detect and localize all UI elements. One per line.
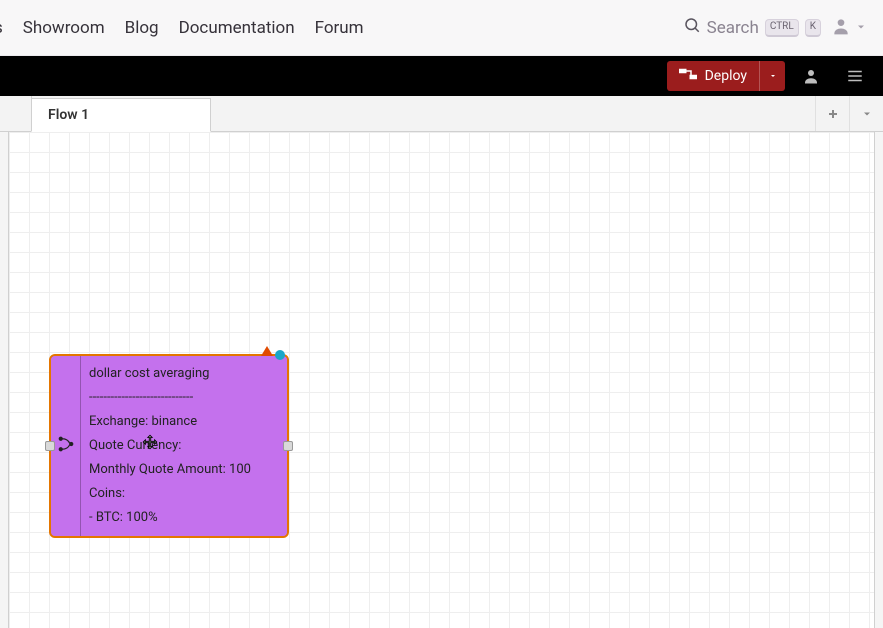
deploy-dropdown[interactable] xyxy=(759,61,785,91)
chevron-down-icon xyxy=(855,18,867,37)
sidebar-collapsed-edge[interactable] xyxy=(874,132,883,628)
search-placeholder: Search xyxy=(707,18,759,38)
tabs-menu-button[interactable] xyxy=(849,96,883,131)
toolbar-user-button[interactable] xyxy=(793,61,829,91)
deploy-button[interactable]: Deploy xyxy=(667,61,759,91)
deploy-button-group: Deploy xyxy=(667,61,785,91)
subflow-icon xyxy=(57,435,75,457)
node-body: dollar cost averaging ------------------… xyxy=(81,356,287,536)
kbd-ctrl: CTRL xyxy=(765,19,799,37)
node-error-badge-icon xyxy=(261,346,273,356)
node-changed-badge-icon xyxy=(275,350,285,360)
topbar-links: s Showroom Blog Documentation Forum xyxy=(0,18,364,38)
node-icon-column xyxy=(51,356,81,536)
flow-canvas[interactable]: dollar cost averaging ------------------… xyxy=(9,132,874,628)
nav-link-showroom[interactable]: Showroom xyxy=(23,18,105,38)
nav-link-forum[interactable]: Forum xyxy=(315,18,364,38)
node-input-port[interactable] xyxy=(45,441,55,451)
nav-link-clipped[interactable]: s xyxy=(0,18,3,38)
user-icon xyxy=(831,16,851,40)
nav-link-documentation[interactable]: Documentation xyxy=(179,18,295,38)
tab-strip: Flow 1 xyxy=(0,96,883,132)
node-output-port[interactable] xyxy=(283,441,293,451)
search-icon xyxy=(683,16,701,39)
tab-flow-1[interactable]: Flow 1 xyxy=(31,98,211,132)
workspace: dollar cost averaging ------------------… xyxy=(0,132,883,628)
nav-link-blog[interactable]: Blog xyxy=(125,18,159,38)
site-topbar: s Showroom Blog Documentation Forum Sear… xyxy=(0,0,883,56)
user-menu[interactable] xyxy=(831,16,867,40)
node-dca[interactable]: dollar cost averaging ------------------… xyxy=(49,354,289,538)
kbd-k: K xyxy=(805,19,821,37)
editor-toolbar: Deploy xyxy=(0,56,883,96)
toolbar-menu-button[interactable] xyxy=(837,61,873,91)
add-tab-button[interactable] xyxy=(815,96,849,131)
deploy-label: Deploy xyxy=(705,68,747,84)
search-trigger[interactable]: Search CTRL K xyxy=(683,16,821,39)
tab-label: Flow 1 xyxy=(48,107,89,123)
palette-collapsed-edge[interactable] xyxy=(0,132,9,628)
tabstrip-left-gutter xyxy=(0,96,32,131)
deploy-icon xyxy=(679,67,697,85)
